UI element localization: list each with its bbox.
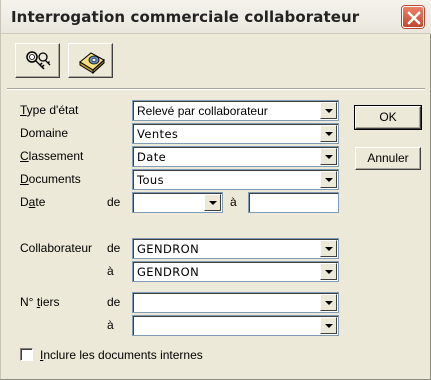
- date-label: Date: [20, 195, 46, 209]
- keys-search-icon: [26, 51, 51, 70]
- collaborateur-to-select[interactable]: GENDRON: [132, 261, 339, 282]
- collaborateur-from-select[interactable]: GENDRON: [132, 238, 339, 259]
- inclure-documents-checkbox[interactable]: [20, 348, 33, 361]
- close-icon: [407, 11, 421, 25]
- chevron-down-icon[interactable]: [320, 317, 337, 334]
- collaborateur-from-label: de: [107, 241, 121, 255]
- tiers-to-label: à: [107, 318, 114, 332]
- date-to-label: à: [230, 195, 237, 209]
- chevron-down-icon[interactable]: [320, 102, 337, 119]
- collaborateur-to-value: GENDRON: [137, 265, 200, 279]
- classement-value: Date: [137, 150, 167, 164]
- tiers-label: N° tiers: [20, 295, 60, 309]
- disk-print-icon: [79, 52, 105, 75]
- collaborateur-label: Collaborateur: [20, 241, 93, 255]
- chevron-down-icon[interactable]: [204, 194, 221, 211]
- tiers-from-select[interactable]: [132, 292, 339, 313]
- type-etat-select[interactable]: Relevé par collaborateur: [132, 100, 339, 121]
- tiers-from-label: de: [107, 295, 121, 309]
- documents-label: Documents: [20, 172, 81, 186]
- ok-button[interactable]: OK: [354, 105, 422, 130]
- tiers-to-select[interactable]: [132, 315, 339, 336]
- classement-select[interactable]: Date: [132, 146, 339, 167]
- type-etat-label: Type d'état: [20, 103, 79, 117]
- date-from-field[interactable]: [132, 192, 223, 213]
- cancel-button[interactable]: Annuler: [355, 147, 421, 170]
- collaborateur-from-value: GENDRON: [137, 242, 200, 256]
- type-etat-label-rest: ype d'état: [26, 103, 79, 117]
- collaborateur-to-label: à: [107, 264, 114, 278]
- title-bar[interactable]: Interrogation commerciale collaborateur: [1, 0, 431, 34]
- date-from-label: de: [107, 195, 121, 209]
- type-etat-value: Relevé par collaborateur: [137, 104, 268, 118]
- date-to-field[interactable]: [248, 192, 339, 213]
- print-tool-button[interactable]: [68, 43, 113, 78]
- domaine-label: Domaine: [20, 126, 69, 140]
- chevron-down-icon[interactable]: [320, 294, 337, 311]
- classement-label: Classement: [20, 149, 84, 163]
- window-title: Interrogation commerciale collaborateur: [11, 8, 360, 26]
- inclure-documents-label[interactable]: Inclure les documents internes: [40, 348, 203, 362]
- chevron-down-icon[interactable]: [320, 263, 337, 280]
- documents-select[interactable]: Tous: [132, 169, 339, 190]
- dialog-window: Interrogation commerciale collaborateur: [0, 0, 431, 380]
- documents-value: Tous: [137, 173, 164, 187]
- domaine-value: Ventes: [137, 127, 179, 141]
- domaine-select[interactable]: Ventes: [132, 123, 339, 144]
- search-tool-button[interactable]: [15, 43, 60, 78]
- close-button[interactable]: [402, 6, 424, 28]
- chevron-down-icon[interactable]: [320, 240, 337, 257]
- chevron-down-icon[interactable]: [320, 171, 337, 188]
- chevron-down-icon[interactable]: [320, 125, 337, 142]
- chevron-down-icon[interactable]: [320, 148, 337, 165]
- toolbar-separator: [7, 88, 425, 90]
